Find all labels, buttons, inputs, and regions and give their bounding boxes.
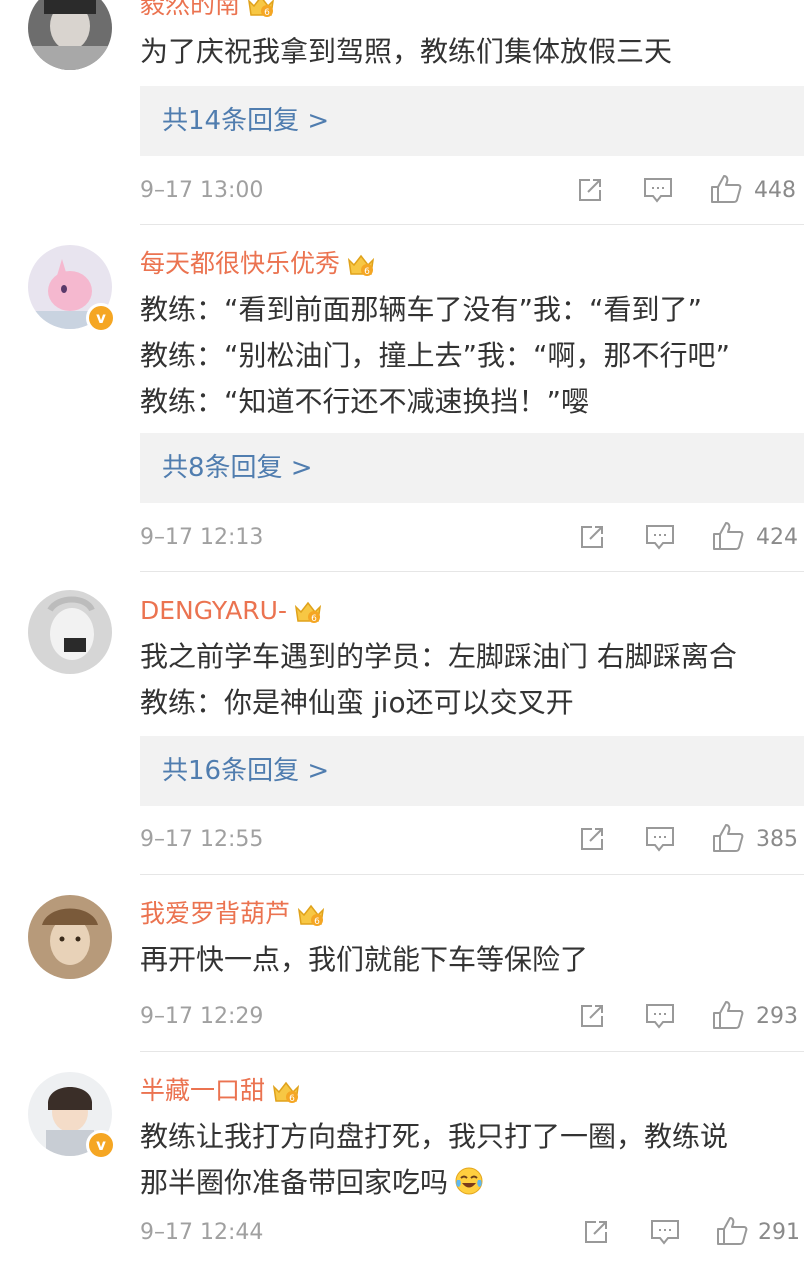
verified-badge-icon: v: [86, 303, 116, 333]
crown-vip-icon: 6: [294, 601, 322, 624]
username[interactable]: 每天都很快乐优秀 6: [140, 247, 376, 281]
avatar[interactable]: [28, 895, 112, 979]
like-count: 385: [756, 827, 798, 852]
laugh-cry-emoji-icon: [455, 1167, 483, 1195]
reply-count-link[interactable]: 共14条回复 >: [162, 86, 329, 156]
comment-text: 教练：“看到前面那辆车了没有”我：“看到了” 教练：“别松油门，撞上去”我：“啊…: [140, 293, 731, 418]
like-icon[interactable]: [712, 521, 744, 551]
like-icon[interactable]: [710, 174, 742, 204]
svg-text:6: 6: [314, 917, 320, 927]
timestamp: 9–17 12:44: [140, 1220, 264, 1245]
avatar[interactable]: [28, 590, 112, 674]
crown-vip-icon: 6: [272, 1081, 300, 1104]
svg-text:6: 6: [264, 8, 270, 18]
share-icon[interactable]: [582, 1218, 610, 1246]
comment-item: 毅然的南 6 为了庆祝我拿到驾照，教练们集体放假三天 共14条回复 > 9–17 …: [0, 0, 804, 230]
share-icon[interactable]: [578, 825, 606, 853]
comment-icon[interactable]: [645, 1002, 675, 1030]
like-count: 291: [758, 1220, 800, 1245]
comment-item: DENGYARU- 6 我之前学车遇到的学员：左脚踩油门 右脚踩离合 教练：你是神…: [0, 572, 804, 875]
timestamp: 9–17 12:55: [140, 827, 264, 852]
like-icon[interactable]: [712, 823, 744, 853]
crown-vip-icon: 6: [347, 254, 375, 277]
reply-box[interactable]: 共14条回复 >: [140, 86, 804, 156]
username[interactable]: DENGYARU- 6: [140, 594, 323, 628]
timestamp: 9–17 13:00: [140, 178, 264, 203]
comment-item: 我爱罗背葫芦 6 再开快一点，我们就能下车等保险了 9–17 12:29 293: [0, 875, 804, 1052]
like-icon[interactable]: [712, 1000, 744, 1030]
verified-badge-icon: v: [86, 1130, 116, 1160]
comment-item: v 每天都很快乐优秀 6 教练：“看到前面那辆车了没有”我：“看到了” 教练：“别…: [0, 225, 804, 572]
comment-icon[interactable]: [645, 825, 675, 853]
crown-vip-icon: 6: [297, 904, 325, 927]
comment-icon[interactable]: [650, 1218, 680, 1246]
username[interactable]: 我爱罗背葫芦 6: [140, 897, 326, 931]
username[interactable]: 毅然的南 6: [140, 0, 276, 22]
like-count: 293: [756, 1004, 798, 1029]
share-icon[interactable]: [578, 1002, 606, 1030]
timestamp: 9–17 12:13: [140, 525, 264, 550]
avatar[interactable]: [28, 0, 112, 70]
share-icon[interactable]: [578, 523, 606, 551]
comment-item: v 半藏一口甜 6 教练让我打方向盘打死，我只打了一圈，教练说 那半圈你准备带回家…: [0, 1052, 804, 1285]
like-count: 424: [756, 525, 798, 550]
share-icon[interactable]: [576, 176, 604, 204]
svg-text:6: 6: [311, 614, 317, 624]
comment-text: 我之前学车遇到的学员：左脚踩油门 右脚踩离合 教练：你是神仙蛮 jio还可以交叉…: [140, 640, 737, 719]
comment-text: 为了庆祝我拿到驾照，教练们集体放假三天: [140, 35, 673, 68]
comment-text: 教练让我打方向盘打死，我只打了一圈，教练说 那半圈你准备带回家吃吗: [140, 1120, 729, 1199]
like-count: 448: [754, 178, 796, 203]
username[interactable]: 半藏一口甜 6: [140, 1074, 301, 1108]
reply-count-link[interactable]: 共8条回复 >: [162, 433, 313, 503]
crown-vip-icon: 6: [248, 0, 274, 18]
reply-box[interactable]: 共8条回复 >: [140, 433, 804, 503]
comment-icon[interactable]: [643, 176, 673, 204]
comment-icon[interactable]: [645, 523, 675, 551]
timestamp: 9–17 12:29: [140, 1004, 264, 1029]
svg-text:6: 6: [364, 267, 370, 277]
comment-text: 再开快一点，我们就能下车等保险了: [140, 943, 589, 976]
svg-text:6: 6: [289, 1094, 295, 1104]
reply-count-link[interactable]: 共16条回复 >: [162, 736, 329, 806]
reply-box[interactable]: 共16条回复 >: [140, 736, 804, 806]
like-icon[interactable]: [716, 1216, 748, 1246]
